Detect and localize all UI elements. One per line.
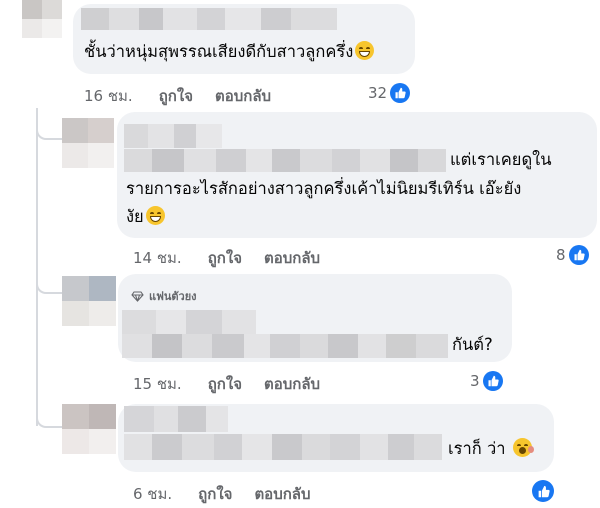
timestamp[interactable]: 16 ชม. xyxy=(84,84,133,108)
thread-connector xyxy=(36,268,62,294)
badge-label: แฟนตัวยง xyxy=(149,290,197,303)
blurred-author-name xyxy=(81,8,337,30)
reaction-summary[interactable]: 8 xyxy=(556,245,589,265)
blurred-text xyxy=(124,434,442,460)
comment-bubble: แฟนตัวยง กันต์? xyxy=(118,274,512,362)
reaction-summary[interactable] xyxy=(529,480,554,502)
blurred-author-name xyxy=(124,124,222,148)
blurred-author-name xyxy=(122,310,256,334)
flushed-face-icon xyxy=(512,438,534,457)
comment-actions: 16 ชม. ถูกใจ ตอบกลับ xyxy=(84,84,293,108)
comment-actions: 6 ชม. ถูกใจ ตอบกลับ xyxy=(133,482,333,506)
reaction-count: 32 xyxy=(368,84,388,102)
thread-connector xyxy=(36,400,62,428)
like-icon xyxy=(390,83,411,103)
avatar[interactable] xyxy=(22,0,62,38)
reaction-summary[interactable]: 3 xyxy=(470,371,503,391)
comment-bubble: แต่เราเคยดูใน รายการอะไรสักอย่างสาวลูกคร… xyxy=(117,112,597,238)
like-button[interactable]: ถูกใจ xyxy=(208,246,242,270)
like-button[interactable]: ถูกใจ xyxy=(198,482,232,506)
like-button[interactable]: ถูกใจ xyxy=(159,84,193,108)
reply-button[interactable]: ตอบกลับ xyxy=(254,482,310,506)
reaction-summary[interactable]: 32 xyxy=(368,83,411,103)
comment-text-line: แต่เราเคยดูใน xyxy=(450,150,552,169)
comment-bubble: เราก็ ว่า xyxy=(118,404,554,472)
comment-text: เราก็ ว่า xyxy=(448,434,534,464)
like-button[interactable]: ถูกใจ xyxy=(208,372,242,396)
blurred-text xyxy=(122,334,448,358)
reply-button[interactable]: ตอบกลับ xyxy=(264,372,320,396)
thread-line xyxy=(36,108,38,426)
avatar[interactable] xyxy=(62,276,116,326)
like-icon xyxy=(532,480,554,502)
reaction-count: 3 xyxy=(470,372,480,390)
comment-text: ชั้นว่าหนุ่มสุพรรณเสียงดีกับสาวลูกครึ่ง xyxy=(84,37,375,67)
timestamp[interactable]: 6 ชม. xyxy=(133,482,172,506)
grinning-face-icon xyxy=(355,41,375,60)
blurred-author-name xyxy=(124,406,228,432)
comment-text: กันต์? xyxy=(452,335,493,354)
diamond-icon xyxy=(131,290,144,302)
comment-actions: 15 ชม. ถูกใจ ตอบกลับ xyxy=(133,372,342,396)
fan-badge: แฟนตัวยง xyxy=(131,287,197,305)
avatar[interactable] xyxy=(62,118,114,168)
reply-button[interactable]: ตอบกลับ xyxy=(264,246,320,270)
timestamp[interactable]: 14 ชม. xyxy=(133,246,182,270)
comment-actions: 14 ชม. ถูกใจ ตอบกลับ xyxy=(133,246,342,270)
blurred-text xyxy=(124,149,446,172)
avatar[interactable] xyxy=(62,404,116,454)
like-icon xyxy=(482,371,503,391)
comment-text-line: รายการอะไรสักอย่างสาวลูกครึ่งเค้าไม่นิยม… xyxy=(126,179,522,198)
reply-button[interactable]: ตอบกลับ xyxy=(215,84,271,108)
reaction-count: 8 xyxy=(556,246,566,264)
like-icon xyxy=(568,245,589,265)
comment-bubble: ชั้นว่าหนุ่มสุพรรณเสียงดีกับสาวลูกครึ่ง xyxy=(73,4,415,74)
timestamp[interactable]: 15 ชม. xyxy=(133,372,182,396)
comment-text-line: งัย xyxy=(126,202,165,232)
thread-connector xyxy=(36,112,62,140)
grinning-face-icon xyxy=(145,206,165,225)
